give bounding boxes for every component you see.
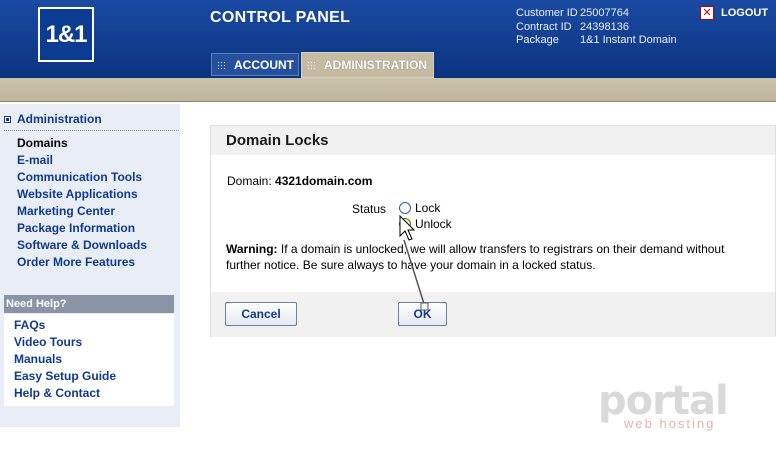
pointer-line xyxy=(403,239,426,308)
mouse-cursor-icon xyxy=(399,214,416,241)
pointer-handle xyxy=(420,302,429,311)
watermark-subtitle: web hosting xyxy=(624,416,716,431)
watermark: portal web hosting xyxy=(598,380,729,431)
